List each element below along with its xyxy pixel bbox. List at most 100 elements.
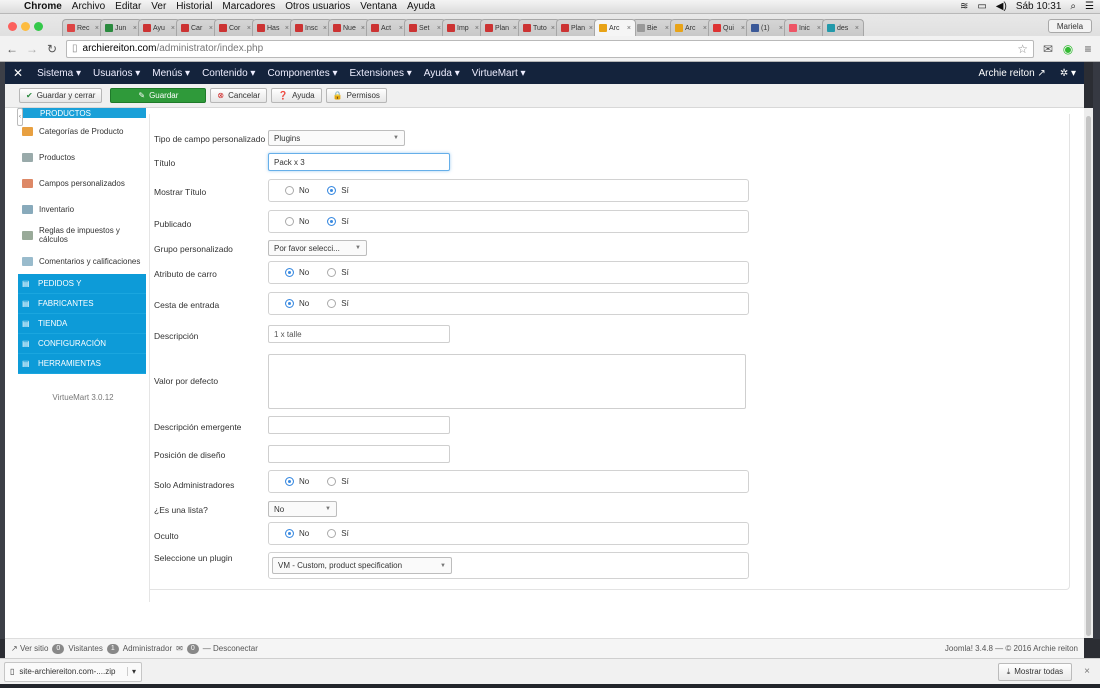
sidebar-section[interactable]: ▤ HERRAMIENTAS xyxy=(18,354,146,374)
extension-green-icon[interactable]: ◉ xyxy=(1062,42,1074,56)
save-close-button[interactable]: ✔ Guardar y cerrar xyxy=(19,88,103,103)
emergente-input[interactable] xyxy=(268,416,450,434)
sidebar-item[interactable]: Productos xyxy=(18,144,146,170)
collapse-sidebar-icon[interactable]: ‹ xyxy=(17,108,23,126)
sidebar-item[interactable]: Reglas de impuestos y cálculos xyxy=(18,222,146,248)
close-tab-icon[interactable]: × xyxy=(361,25,365,32)
solo-admin-si[interactable]: Sí xyxy=(327,477,349,486)
close-tab-icon[interactable]: × xyxy=(779,25,783,32)
mostrar-titulo-no[interactable]: No xyxy=(285,186,309,195)
browser-tab[interactable]: Tuto × xyxy=(518,19,560,36)
mac-menu-item[interactable]: Marcadores xyxy=(222,1,275,12)
close-tab-icon[interactable]: × xyxy=(133,25,137,32)
view-site-link[interactable]: ↗ Ver sitio xyxy=(11,644,48,653)
tipo-select[interactable]: Plugins ▼ xyxy=(268,130,405,146)
user-link[interactable]: Archie reiton ↗ xyxy=(979,68,1046,79)
mac-menu-item[interactable]: Archivo xyxy=(72,1,105,12)
browser-tab[interactable]: Rec × xyxy=(62,19,104,36)
forward-icon[interactable]: → xyxy=(26,42,38,56)
browser-tab[interactable]: Nue × xyxy=(328,19,370,36)
wifi-icon[interactable]: ≋ xyxy=(960,1,968,12)
browser-tab[interactable]: Inic × xyxy=(784,19,826,36)
download-item[interactable]: ▯ site-archiereiton.com-....zip ▾ xyxy=(4,661,142,682)
valor-defecto-textarea[interactable] xyxy=(268,354,746,409)
cancel-button[interactable]: ⊗ Cancelar xyxy=(210,88,268,103)
oculto-no[interactable]: No xyxy=(285,529,309,538)
close-tab-icon[interactable]: × xyxy=(665,25,669,32)
browser-tab[interactable]: Plan × xyxy=(556,19,598,36)
close-tab-icon[interactable]: × xyxy=(171,25,175,32)
sidebar-item[interactable]: Inventario xyxy=(18,196,146,222)
close-tab-icon[interactable]: × xyxy=(323,25,327,32)
battery-icon[interactable]: ▭ xyxy=(977,1,986,12)
browser-tab[interactable]: des × xyxy=(822,19,864,36)
titulo-input[interactable]: Pack x 3 xyxy=(268,153,450,171)
sidebar-item[interactable]: Comentarios y calificaciones xyxy=(18,248,146,274)
back-icon[interactable]: ← xyxy=(6,42,18,56)
scrollbar-thumb[interactable] xyxy=(1086,116,1091,636)
close-tab-icon[interactable]: × xyxy=(703,25,707,32)
close-tab-icon[interactable]: × xyxy=(513,25,517,32)
joomla-menu-item[interactable]: Ayuda ▾ xyxy=(424,68,460,79)
logout-link[interactable]: — Desconectar xyxy=(203,644,258,653)
help-button[interactable]: ❓ Ayuda xyxy=(271,88,322,103)
browser-tab[interactable]: Ayu × xyxy=(138,19,180,36)
joomla-logo-icon[interactable]: ✕ xyxy=(13,66,23,80)
sidebar-item[interactable]: Campos personalizados xyxy=(18,170,146,196)
browser-tab[interactable]: (1) × xyxy=(746,19,788,36)
browser-tab[interactable]: Imp × xyxy=(442,19,484,36)
permissions-button[interactable]: 🔒 Permisos xyxy=(325,88,387,103)
mac-menu-item[interactable]: Ayuda xyxy=(407,1,435,12)
chrome-menu-icon[interactable]: ≡ xyxy=(1082,42,1094,56)
notification-icon[interactable]: ☰ xyxy=(1085,1,1094,12)
close-tab-icon[interactable]: × xyxy=(247,25,251,32)
browser-tab[interactable]: Insc × xyxy=(290,19,332,36)
browser-tab[interactable]: Cor × xyxy=(214,19,256,36)
chevron-down-icon[interactable]: ▾ xyxy=(126,667,136,676)
browser-tab[interactable]: Plan × xyxy=(480,19,522,36)
sidebar-section[interactable]: ▤ CONFIGURACIÓN xyxy=(18,334,146,354)
mostrar-titulo-si[interactable]: Sí xyxy=(327,186,349,195)
atributo-no[interactable]: No xyxy=(285,268,309,277)
volume-icon[interactable]: ◀) xyxy=(996,1,1007,12)
joomla-menu-item[interactable]: Usuarios ▾ xyxy=(93,68,140,79)
clock[interactable]: Sáb 10:31 xyxy=(1016,1,1062,12)
mail-icon[interactable]: ✉ xyxy=(176,644,183,653)
sidebar-item[interactable]: Categorías de Producto xyxy=(18,118,146,144)
joomla-menu-item[interactable]: Extensiones ▾ xyxy=(350,68,412,79)
save-button[interactable]: ✎ Guardar xyxy=(110,88,207,103)
close-tab-icon[interactable]: × xyxy=(437,25,441,32)
cesta-no[interactable]: No xyxy=(285,299,309,308)
solo-admin-no[interactable]: No xyxy=(285,477,309,486)
browser-tab[interactable]: Arc × xyxy=(670,19,712,36)
bookmark-star-icon[interactable]: ☆ xyxy=(1017,42,1028,56)
close-tab-icon[interactable]: × xyxy=(627,25,631,32)
joomla-menu-item[interactable]: Componentes ▾ xyxy=(267,68,337,79)
close-tab-icon[interactable]: × xyxy=(551,25,555,32)
publicado-no[interactable]: No xyxy=(285,217,309,226)
close-tab-icon[interactable]: × xyxy=(475,25,479,32)
mac-menu-item[interactable]: Ver xyxy=(151,1,166,12)
sidebar-header-productos[interactable]: PRODUCTOS xyxy=(18,108,146,118)
posicion-input[interactable] xyxy=(268,445,450,463)
close-tab-icon[interactable]: × xyxy=(399,25,403,32)
joomla-menu-item[interactable]: Menús ▾ xyxy=(152,68,190,79)
close-tab-icon[interactable]: × xyxy=(589,25,593,32)
profile-button[interactable]: Mariela xyxy=(1048,19,1092,33)
sidebar-section[interactable]: ▤ PEDIDOS Y xyxy=(18,274,146,294)
close-tab-icon[interactable]: × xyxy=(285,25,289,32)
app-menu[interactable]: Chrome xyxy=(24,1,62,12)
browser-tab[interactable]: Act × xyxy=(366,19,408,36)
publicado-si[interactable]: Sí xyxy=(327,217,349,226)
oculto-si[interactable]: Sí xyxy=(327,529,349,538)
browser-tab[interactable]: Qui × xyxy=(708,19,750,36)
settings-gear-icon[interactable]: ✲ ▾ xyxy=(1060,68,1076,79)
close-downloads-icon[interactable]: × xyxy=(1084,666,1090,677)
atributo-si[interactable]: Sí xyxy=(327,268,349,277)
es-lista-select[interactable]: No ▼ xyxy=(268,501,337,517)
sidebar-section[interactable]: ▤ TIENDA xyxy=(18,314,146,334)
mac-menu-item[interactable]: Editar xyxy=(115,1,141,12)
browser-tab[interactable]: Arc × xyxy=(594,19,636,36)
spotlight-icon[interactable]: ⌕ xyxy=(1070,1,1076,12)
close-tab-icon[interactable]: × xyxy=(95,25,99,32)
